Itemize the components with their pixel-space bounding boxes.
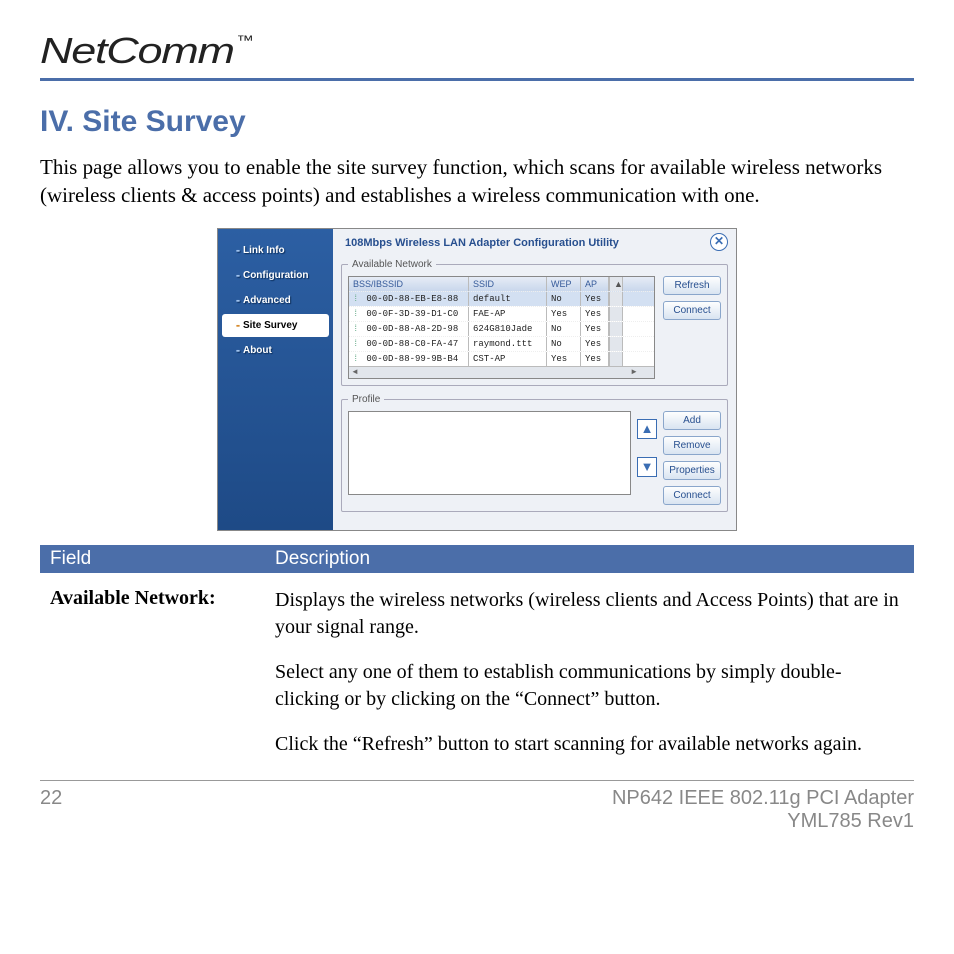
page-footer: 22 NP642 IEEE 802.11g PCI Adapter YML785… (40, 781, 914, 833)
table-row[interactable]: ⁞ 00-0D-88-EB-E8-88defaultNoYes (349, 291, 654, 306)
move-down-icon[interactable]: ▼ (637, 457, 657, 477)
field-name: Available Network: (50, 587, 275, 776)
close-icon[interactable]: ✕ (710, 233, 728, 251)
scroll-up-icon[interactable]: ▲ (609, 277, 623, 291)
profile-label: Profile (348, 394, 384, 405)
table-row[interactable]: ⁞ 00-0F-3D-39-D1-C0FAE-APYesYes (349, 306, 654, 321)
table-row[interactable]: ⁞ 00-0D-88-A8-2D-98624G810JadeNoYes (349, 321, 654, 336)
nav-link-info[interactable]: Link Info (222, 239, 329, 262)
scrollbar-horizontal[interactable] (349, 366, 654, 378)
profile-box: Profile ▲ ▼ Add Remove Properties Connec… (341, 394, 728, 512)
table-row[interactable]: ⁞ 00-0D-88-99-9B-B4CST-APYesYes (349, 351, 654, 366)
col-bss[interactable]: BSS/IBSSID (349, 277, 469, 291)
revision: YML785 Rev1 (612, 810, 914, 833)
field-desc-header: Field Description (40, 545, 914, 573)
nav-site-survey[interactable]: Site Survey (222, 314, 329, 337)
desc-p3: Click the “Refresh” button to start scan… (275, 731, 904, 758)
brand-underline (40, 78, 914, 81)
utility-title: 108Mbps Wireless LAN Adapter Configurati… (341, 235, 728, 255)
remove-button[interactable]: Remove (663, 436, 721, 455)
nav-configuration[interactable]: Configuration (222, 264, 329, 287)
profile-list[interactable] (348, 411, 631, 495)
desc-p1: Displays the wireless networks (wireless… (275, 587, 904, 641)
properties-button[interactable]: Properties (663, 461, 721, 480)
network-table[interactable]: BSS/IBSSID SSID WEP AP ▲ ⁞ 00-0D-88-EB-E… (348, 276, 655, 379)
col-ap[interactable]: AP (581, 277, 609, 291)
utility-nav: Link Info Configuration Advanced Site Su… (218, 229, 333, 530)
connect-button[interactable]: Connect (663, 301, 721, 320)
header-field: Field (50, 548, 275, 570)
field-description: Displays the wireless networks (wireless… (275, 587, 904, 776)
intro-paragraph: This page allows you to enable the site … (40, 153, 914, 210)
refresh-button[interactable]: Refresh (663, 276, 721, 295)
utility-screenshot: Link Info Configuration Advanced Site Su… (217, 228, 737, 531)
desc-p2: Select any one of them to establish comm… (275, 659, 904, 713)
page-number: 22 (40, 787, 62, 810)
col-ssid[interactable]: SSID (469, 277, 547, 291)
nav-about[interactable]: About (222, 339, 329, 362)
header-description: Description (275, 548, 370, 570)
profile-connect-button[interactable]: Connect (663, 486, 721, 505)
col-wep[interactable]: WEP (547, 277, 581, 291)
available-network-box: Available Network BSS/IBSSID SSID WEP AP… (341, 259, 728, 386)
brand-logo: NetComm™ (40, 30, 250, 72)
product-name: NP642 IEEE 802.11g PCI Adapter (612, 787, 914, 810)
section-title: IV. Site Survey (40, 105, 914, 139)
available-network-label: Available Network (348, 259, 436, 270)
add-button[interactable]: Add (663, 411, 721, 430)
nav-advanced[interactable]: Advanced (222, 289, 329, 312)
table-row[interactable]: ⁞ 00-0D-88-C0-FA-47raymond.tttNoYes (349, 336, 654, 351)
move-up-icon[interactable]: ▲ (637, 419, 657, 439)
